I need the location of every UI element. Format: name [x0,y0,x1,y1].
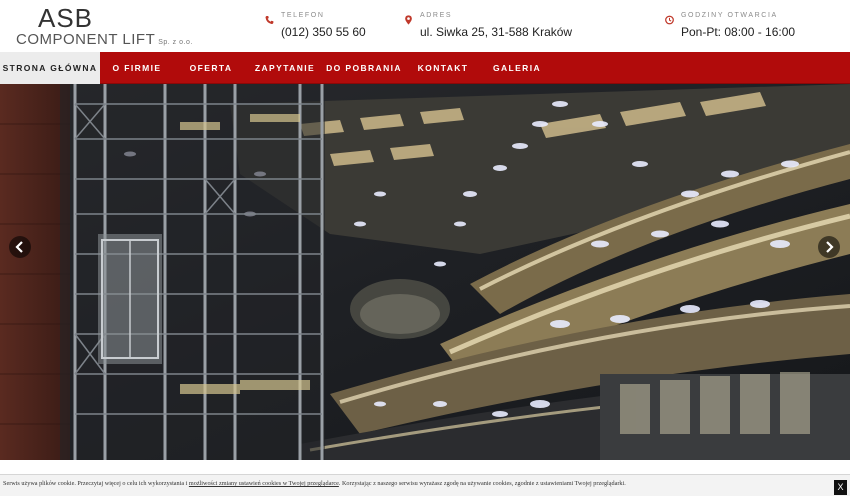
phone-icon [265,15,274,24]
cookie-text-before: Serwis używa plików cookie. Przeczytaj w… [3,480,189,487]
slider-next-button[interactable] [818,236,840,258]
hours-value: Pon-Pt: 08:00 - 16:00 [681,25,796,39]
nav-item-strona-glowna[interactable]: STRONA GŁÓWNA [0,52,100,84]
logo-brand: ASB [38,3,94,33]
nav-item-galeria[interactable]: GALERIA [480,52,554,84]
nav-item-do-pobrania[interactable]: DO POBRANIA [322,52,406,84]
address-label: ADRES [420,12,453,19]
cookie-bar: Serwis używa plików cookie. Przeczytaj w… [0,474,850,496]
cookie-text: Serwis używa plików cookie. Przeczytaj w… [3,480,626,487]
main-nav: STRONA GŁÓWNA O FIRMIE OFERTA ZAPYTANIE … [0,52,850,84]
hero-image [0,84,850,460]
hours-label: GODZINY OTWARCIA [681,12,778,19]
chevron-right-icon [826,241,834,253]
map-pin-icon [405,15,412,25]
slider-prev-button[interactable] [9,236,31,258]
logo-suffix: Sp. z o.o. [158,39,193,46]
logo-company-name: COMPONENT LIFT [16,31,156,48]
nav-item-o-firmie[interactable]: O FIRMIE [100,52,174,84]
nav-item-oferta[interactable]: OFERTA [174,52,248,84]
nav-item-kontakt[interactable]: KONTAKT [406,52,480,84]
address-value: ul. Siwka 25, 31-588 Kraków [420,25,573,39]
logo-name: COMPONENT LIFT Sp. z o.o. [16,32,193,51]
chevron-left-icon [15,241,23,253]
cookie-text-after: . Korzystając z naszego serwisu wyrażasz… [338,480,626,487]
phone-value[interactable]: (012) 350 55 60 [281,25,366,39]
phone-label: TELEFON [281,12,325,19]
nav-item-zapytanie[interactable]: ZAPYTANIE [248,52,322,84]
clock-icon [665,15,674,25]
cookie-settings-link[interactable]: możliwości zmiany ustawień cookies w Two… [189,480,339,487]
hero-slider[interactable] [0,84,850,460]
cookie-close-button[interactable]: X [834,480,847,495]
logo[interactable]: ASB COMPONENT LIFT Sp. z o.o. [16,3,192,48]
site-header: ASB COMPONENT LIFT Sp. z o.o. TELEFON (01… [0,0,850,52]
